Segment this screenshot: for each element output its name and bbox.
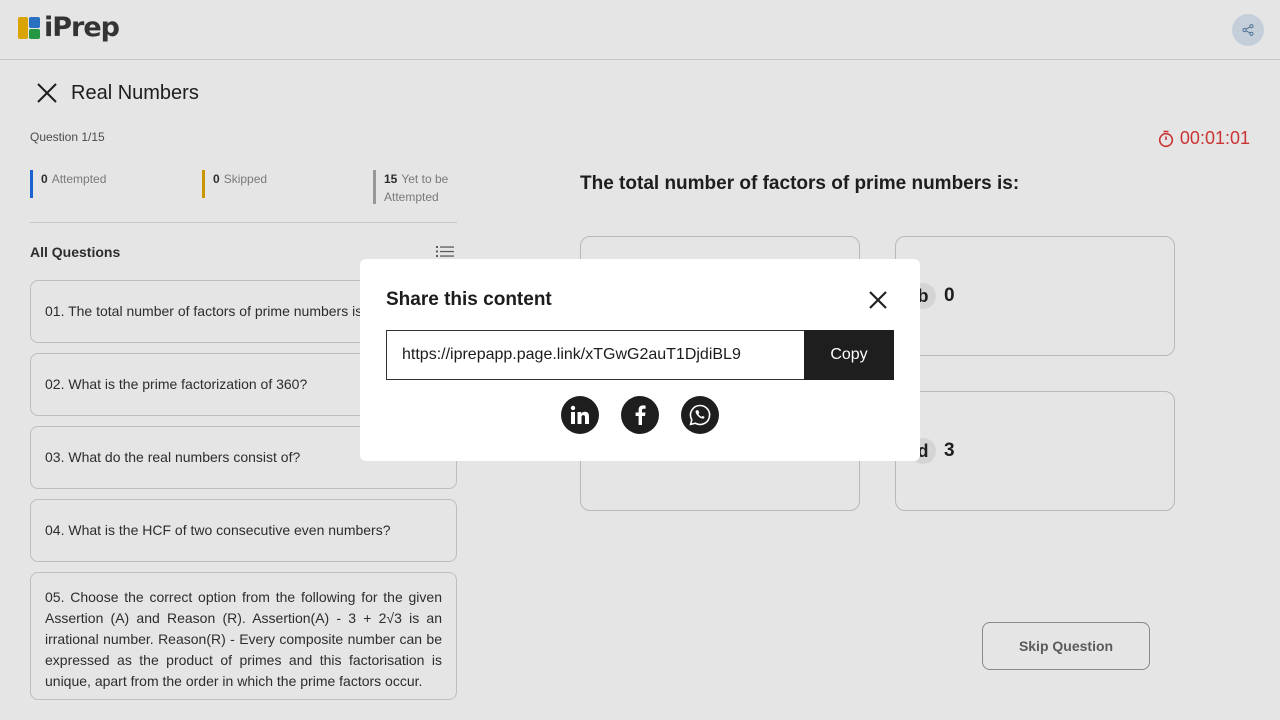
facebook-share-button[interactable] (621, 396, 659, 434)
copy-button[interactable]: Copy (804, 330, 894, 380)
facebook-icon (635, 405, 646, 425)
whatsapp-share-button[interactable] (681, 396, 719, 434)
share-url-field[interactable]: https://iprepapp.page.link/xTGwG2auT1Djd… (386, 330, 806, 380)
close-modal-icon[interactable] (867, 289, 889, 311)
whatsapp-icon (689, 404, 711, 426)
linkedin-icon (570, 405, 589, 424)
modal-title: Share this content (386, 289, 552, 310)
share-modal: Share this content https://iprepapp.page… (360, 259, 920, 461)
linkedin-share-button[interactable] (561, 396, 599, 434)
